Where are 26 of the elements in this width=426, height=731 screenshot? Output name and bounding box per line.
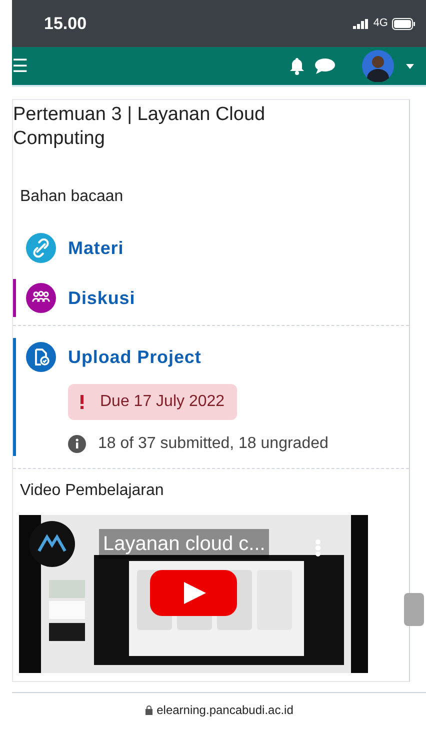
bell-icon[interactable] — [288, 57, 306, 75]
section-title: Pertemuan 3 | Layanan Cloud Computing — [13, 103, 266, 151]
signal-icon — [353, 18, 370, 28]
avatar[interactable] — [362, 50, 394, 82]
submission-status: 18 of 37 submitted, 18 ungraded — [98, 434, 328, 454]
activity-link[interactable]: Materi — [68, 234, 124, 262]
due-date-badge: Due 17 July 2022 — [68, 384, 237, 420]
play-button[interactable] — [150, 570, 237, 616]
video-player[interactable]: Layanan cloud c... — [19, 515, 368, 673]
page-url: elearning.pancabudi.ac.id — [156, 702, 294, 719]
more-options-icon[interactable] — [315, 539, 321, 557]
battery-icon — [392, 18, 416, 30]
activity-link[interactable]: Diskusi — [68, 284, 136, 312]
info-icon — [68, 435, 86, 453]
video-heading: Video Pembelajaran — [20, 481, 165, 501]
chat-bubble-icon[interactable] — [314, 58, 336, 74]
lock-icon — [144, 705, 153, 715]
menu-button[interactable]: ☰ — [12, 57, 28, 75]
video-title: Layanan cloud c... — [99, 529, 270, 559]
section-label: Bahan bacaan — [20, 187, 124, 207]
exclamation-icon — [80, 395, 84, 409]
caret-icon[interactable] — [406, 64, 414, 68]
channel-logo — [29, 521, 75, 567]
status-time: 15.00 — [44, 12, 87, 35]
network-type: 4G — [373, 16, 388, 32]
activity-link[interactable]: Upload Project — [68, 344, 202, 370]
